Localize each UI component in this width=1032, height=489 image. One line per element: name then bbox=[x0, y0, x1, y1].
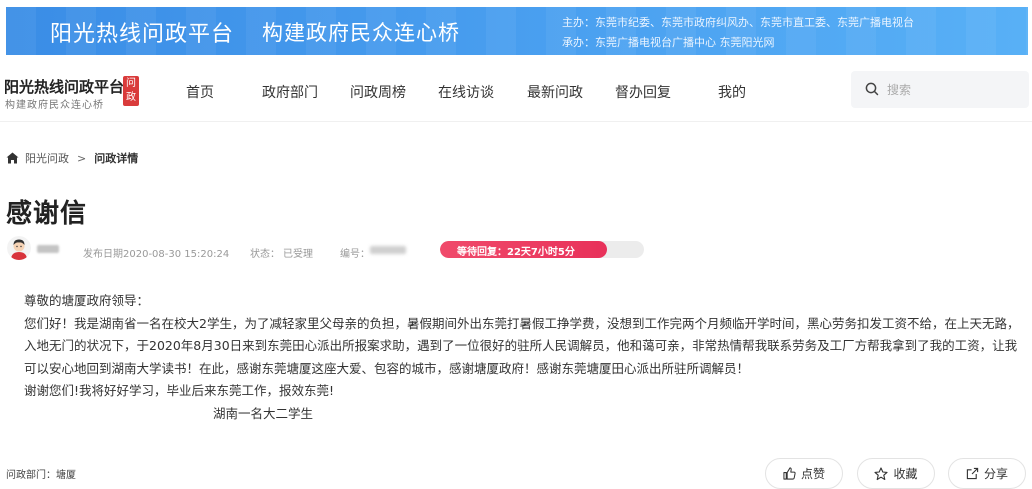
share-button[interactable]: 分享 bbox=[948, 458, 1026, 489]
wait-reply-progress: 等待回复：22天7小时5分 bbox=[440, 241, 644, 258]
department-info: 问政部门：塘厦 bbox=[6, 466, 76, 481]
avatar bbox=[7, 236, 31, 260]
banner-slogan: 构建政府民众连心桥 bbox=[262, 21, 460, 45]
share-icon bbox=[966, 467, 979, 480]
search-icon bbox=[865, 82, 879, 96]
logo-badge: 问政 bbox=[123, 76, 139, 106]
top-banner: 阳光热线问政平台 构建政府民众连心桥 主办：东莞市纪委、东莞市政府纠风办、东莞市… bbox=[6, 7, 1028, 55]
nav-item-online-interview[interactable]: 在线访谈 bbox=[438, 82, 494, 102]
wait-reply-text: 等待回复：22天7小时5分 bbox=[457, 247, 575, 258]
letter-signature: 湖南一名大二学生 bbox=[213, 405, 314, 421]
logo-title[interactable]: 阳光热线问政平台 bbox=[4, 76, 124, 97]
letter-body: 尊敬的塘厦政府领导： 您们好！我是湖南省一名在校大2学生，为了减轻家里父母亲的负… bbox=[24, 290, 1024, 425]
home-icon[interactable] bbox=[6, 152, 19, 164]
breadcrumb: 阳光问政 > 问政详情 bbox=[6, 150, 138, 166]
star-icon bbox=[874, 466, 889, 480]
page-title: 感谢信 bbox=[6, 199, 88, 229]
nav-item-weekly-ranking[interactable]: 问政周榜 bbox=[350, 82, 406, 102]
breadcrumb-current: 问政详情 bbox=[94, 152, 139, 165]
nav-item-latest[interactable]: 最新问政 bbox=[527, 82, 583, 102]
logo-subtitle: 构建政府民众连心桥 bbox=[5, 100, 104, 111]
nav-item-mine[interactable]: 我的 bbox=[718, 82, 746, 102]
letter-greeting: 尊敬的塘厦政府领导： bbox=[24, 293, 150, 308]
search-input[interactable] bbox=[887, 80, 1017, 100]
favorite-label: 收藏 bbox=[893, 467, 918, 481]
author-name-redacted bbox=[37, 245, 59, 253]
search-box[interactable] bbox=[851, 71, 1029, 108]
breadcrumb-home-link[interactable]: 阳光问政 bbox=[25, 150, 69, 166]
share-label: 分享 bbox=[983, 467, 1008, 481]
letter-closing: 谢谢您们!我将好好学习，毕业后来东莞工作，报效东莞! bbox=[24, 383, 335, 398]
thumbs-up-icon bbox=[783, 467, 796, 480]
number-label: 编号： bbox=[340, 249, 370, 260]
status-label: 状态： bbox=[250, 249, 280, 260]
banner-organizer-line: 承办：东莞广播电视台广播中心 东莞阳光网 bbox=[562, 36, 775, 49]
department-label: 问政部门： bbox=[6, 470, 56, 481]
banner-title: 阳光热线问政平台 bbox=[50, 22, 235, 47]
status-value: 已受理 bbox=[283, 249, 313, 260]
letter-paragraph: 您们好！我是湖南省一名在校大2学生，为了减轻家里父母亲的负担，暑假期间外出东莞打… bbox=[24, 315, 1020, 376]
nav-item-gov-departments[interactable]: 政府部门 bbox=[262, 82, 318, 102]
breadcrumb-separator: > bbox=[77, 151, 87, 165]
department-value: 塘厦 bbox=[56, 470, 76, 481]
publish-date: 发布日期2020-08-30 15:20:24 bbox=[83, 249, 230, 260]
nav-item-home[interactable]: 首页 bbox=[186, 82, 214, 102]
banner-host-line: 主办：东莞市纪委、东莞市政府纠风办、东莞市直工委、东莞广播电视台 bbox=[562, 16, 914, 29]
like-button[interactable]: 点赞 bbox=[765, 458, 843, 489]
like-label: 点赞 bbox=[800, 467, 825, 481]
post-number-redacted bbox=[370, 246, 406, 254]
favorite-button[interactable]: 收藏 bbox=[857, 458, 935, 489]
main-navbar: 阳光热线问政平台 构建政府民众连心桥 问政 首页 政府部门 问政周榜 在线访谈 … bbox=[0, 58, 1032, 122]
nav-item-supervision-reply[interactable]: 督办回复 bbox=[615, 82, 671, 102]
